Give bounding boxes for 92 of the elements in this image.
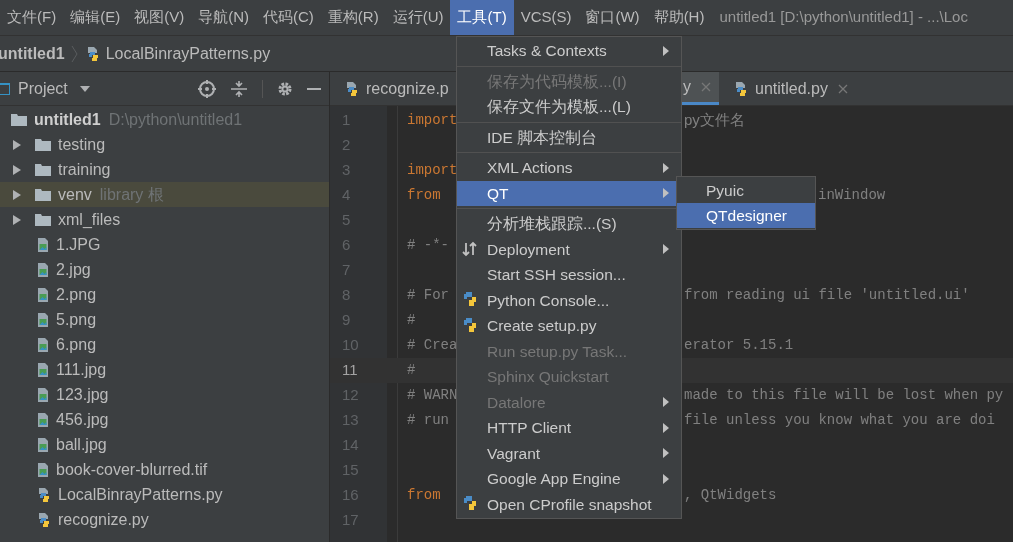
folder-icon — [34, 136, 52, 153]
image-file-icon — [36, 261, 50, 278]
menu-item[interactable]: XML Actions — [457, 155, 681, 181]
menu-item[interactable]: Open CProfile snapshot — [457, 491, 681, 517]
menu-item[interactable]: 保存文件为模板...(L) — [457, 94, 681, 120]
tree-item[interactable]: venv library 根 — [0, 182, 329, 207]
image-file-icon — [36, 286, 50, 303]
up-down-arrows-icon — [462, 241, 477, 258]
code-text: # run — [407, 412, 449, 428]
image-file-icon — [36, 311, 50, 328]
python-file-icon — [36, 511, 52, 528]
image-file-icon — [36, 336, 50, 353]
code-text: # -*- — [407, 237, 449, 253]
folder-icon — [34, 211, 52, 228]
tree-item[interactable]: testing — [0, 132, 329, 157]
menu-item[interactable]: 运行(U) — [385, 0, 451, 35]
menu-item[interactable]: 文件(F) — [0, 0, 64, 35]
code-text: # Crea — [407, 337, 458, 353]
window-title: untitled1 [D:\python\untitled1] - ...\Loc — [718, 7, 968, 28]
code-text: inWindow — [818, 186, 886, 205]
editor-tab[interactable]: y — [681, 72, 719, 105]
tree-item[interactable]: recognize.py — [0, 507, 329, 532]
locate-icon — [198, 79, 216, 98]
tree-item[interactable]: 111.jpg — [0, 357, 329, 382]
menu-item[interactable]: Python Console... — [457, 287, 681, 313]
menu-item[interactable]: Vagrant — [457, 440, 681, 466]
collapse-icon — [230, 79, 248, 98]
code-text: py文件名 — [684, 110, 745, 131]
menu-item[interactable]: 窗口(W) — [578, 0, 647, 35]
menu-item[interactable]: IDE 脚本控制台 — [457, 124, 681, 150]
tree-item[interactable]: 2.jpg — [0, 257, 329, 282]
tree-item[interactable]: 2.png — [0, 282, 329, 307]
tree-item[interactable]: book-cover-blurred.tif — [0, 457, 329, 482]
code-text: erator 5.15.1 — [684, 336, 794, 355]
image-file-icon — [36, 386, 50, 403]
panel-title[interactable]: Project — [18, 76, 68, 101]
code-text: from reading ui file 'untitled.ui' — [684, 286, 970, 305]
folder-icon — [10, 111, 28, 128]
folder-icon — [34, 186, 52, 203]
code-text: made to this file will be lost when py — [684, 386, 1004, 405]
code-text: from — [407, 187, 441, 203]
menu-item[interactable]: HTTP Client — [457, 415, 681, 441]
code-text: # — [407, 362, 416, 378]
tree-item[interactable]: 1.JPG — [0, 232, 329, 257]
tree-item[interactable]: 6.png — [0, 332, 329, 357]
tree-item[interactable]: LocalBinrayPatterns.py — [0, 482, 329, 507]
image-file-icon — [36, 361, 50, 378]
tree-item[interactable]: 5.png — [0, 307, 329, 332]
code-text: , QtWidgets — [684, 486, 777, 505]
menu-item[interactable]: 编辑(E) — [63, 0, 128, 35]
menu-item[interactable]: Create setup.py — [457, 313, 681, 339]
minimize-icon — [307, 87, 321, 90]
code-text: # For — [407, 287, 449, 303]
menu-item[interactable]: VCS(S) — [513, 0, 579, 35]
menu-item[interactable]: 帮助(H) — [646, 0, 712, 35]
code-text: import — [407, 162, 458, 178]
python-file-icon — [36, 486, 52, 503]
image-file-icon — [36, 236, 50, 253]
settings-icon — [277, 80, 293, 97]
tree-item[interactable]: ball.jpg — [0, 432, 329, 457]
menu-item[interactable]: 导航(N) — [191, 0, 256, 35]
close-icon — [837, 83, 848, 94]
code-text: # — [407, 312, 416, 328]
image-file-icon — [36, 436, 50, 453]
menu-item[interactable]: 代码(C) — [256, 0, 321, 35]
tree-item[interactable]: training — [0, 157, 329, 182]
menu-item[interactable]: QTdesigner — [677, 203, 815, 228]
python-icon — [461, 316, 479, 335]
menu-item[interactable]: 工具(T) — [450, 0, 514, 35]
caret-icon — [79, 85, 90, 92]
chevron-icon — [70, 44, 79, 63]
image-file-icon — [36, 411, 50, 428]
menu-item[interactable]: Tasks & Contexts — [457, 38, 681, 64]
menu-item[interactable]: Start SSH session... — [457, 262, 681, 288]
menu-item[interactable]: Deployment — [457, 236, 681, 262]
python-file-icon — [344, 80, 360, 97]
code-text: import — [407, 112, 458, 128]
breadcrumb-item[interactable]: LocalBinrayPatterns.py — [84, 41, 271, 66]
line-number: 11 — [341, 360, 359, 381]
tree-item[interactable]: 456.jpg — [0, 407, 329, 432]
menu-item[interactable]: 重构(R) — [320, 0, 386, 35]
code-text: # WARN — [407, 387, 458, 403]
tree-item[interactable]: xml_files — [0, 207, 329, 232]
folder-icon — [34, 161, 52, 178]
tree-item[interactable]: 123.jpg — [0, 382, 329, 407]
code-text: from — [407, 487, 441, 503]
image-file-icon — [36, 461, 50, 478]
python-file-icon — [733, 80, 749, 97]
close-icon — [701, 82, 711, 92]
code-text: file unless you know what you are doi — [684, 411, 995, 430]
menu-item[interactable]: Google App Engine — [457, 466, 681, 492]
menu-item[interactable]: 视图(V) — [127, 0, 192, 35]
